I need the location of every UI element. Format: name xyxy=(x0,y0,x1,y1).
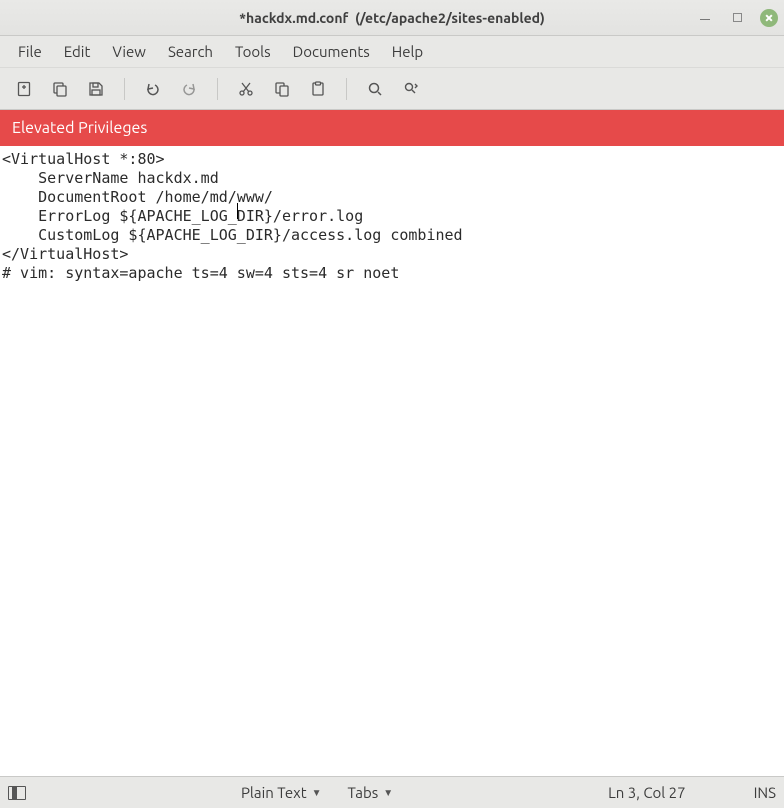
title-secondary: (/etc/apache2/sites-enabled) xyxy=(352,10,545,26)
window-title: *hackdx.md.conf (/etc/apache2/sites-enab… xyxy=(0,10,784,26)
menu-view[interactable]: View xyxy=(102,39,156,64)
text-editor[interactable]: <VirtualHost *:80> ServerName hackdx.md … xyxy=(0,146,784,776)
menu-tools[interactable]: Tools xyxy=(225,39,281,64)
toolbar-separator xyxy=(124,78,125,100)
privilege-banner: Elevated Privileges xyxy=(0,110,784,146)
open-file-icon[interactable] xyxy=(46,75,74,103)
editor-line[interactable]: # vim: syntax=apache ts=4 sw=4 sts=4 sr … xyxy=(2,264,782,283)
cursor-position: Ln 3, Col 27 xyxy=(608,784,685,801)
editor-line[interactable]: DocumentRoot /home/md/www/ xyxy=(2,188,782,207)
chevron-down-icon: ▼ xyxy=(383,788,393,798)
editor-line[interactable]: <VirtualHost *:80> xyxy=(2,150,782,169)
indent-label: Tabs xyxy=(348,784,379,801)
indent-selector[interactable]: Tabs ▼ xyxy=(342,781,400,804)
banner-text: Elevated Privileges xyxy=(12,119,147,137)
insert-mode[interactable]: INS xyxy=(754,784,776,801)
menu-documents[interactable]: Documents xyxy=(283,39,380,64)
toolbar-separator xyxy=(346,78,347,100)
search-icon[interactable] xyxy=(361,75,389,103)
editor-line[interactable]: </VirtualHost> xyxy=(2,245,782,264)
find-replace-icon[interactable] xyxy=(397,75,425,103)
maximize-button[interactable] xyxy=(728,9,746,27)
statusbar: Plain Text ▼ Tabs ▼ Ln 3, Col 27 INS xyxy=(0,776,784,808)
window-controls xyxy=(696,0,778,35)
syntax-selector[interactable]: Plain Text ▼ xyxy=(235,781,328,804)
minimize-button[interactable] xyxy=(696,9,714,27)
toolbar-separator xyxy=(217,78,218,100)
editor-line[interactable]: ServerName hackdx.md xyxy=(2,169,782,188)
paste-icon[interactable] xyxy=(304,75,332,103)
new-file-icon[interactable] xyxy=(10,75,38,103)
menu-edit[interactable]: Edit xyxy=(54,39,101,64)
redo-icon[interactable] xyxy=(175,75,203,103)
save-icon[interactable] xyxy=(82,75,110,103)
menu-file[interactable]: File xyxy=(8,39,52,64)
menubar: File Edit View Search Tools Documents He… xyxy=(0,36,784,68)
syntax-label: Plain Text xyxy=(241,784,307,801)
side-panel-toggle[interactable] xyxy=(8,786,26,800)
titlebar: *hackdx.md.conf (/etc/apache2/sites-enab… xyxy=(0,0,784,36)
close-button[interactable] xyxy=(760,9,778,27)
editor-line[interactable]: ErrorLog ${APACHE_LOG_DIR}/error.log xyxy=(2,207,782,226)
menu-search[interactable]: Search xyxy=(158,39,223,64)
chevron-down-icon: ▼ xyxy=(312,788,322,798)
cut-icon[interactable] xyxy=(232,75,260,103)
toolbar xyxy=(0,68,784,110)
undo-icon[interactable] xyxy=(139,75,167,103)
title-primary: *hackdx.md.conf xyxy=(239,10,348,26)
menu-help[interactable]: Help xyxy=(382,39,433,64)
editor-line[interactable]: CustomLog ${APACHE_LOG_DIR}/access.log c… xyxy=(2,226,782,245)
copy-icon[interactable] xyxy=(268,75,296,103)
